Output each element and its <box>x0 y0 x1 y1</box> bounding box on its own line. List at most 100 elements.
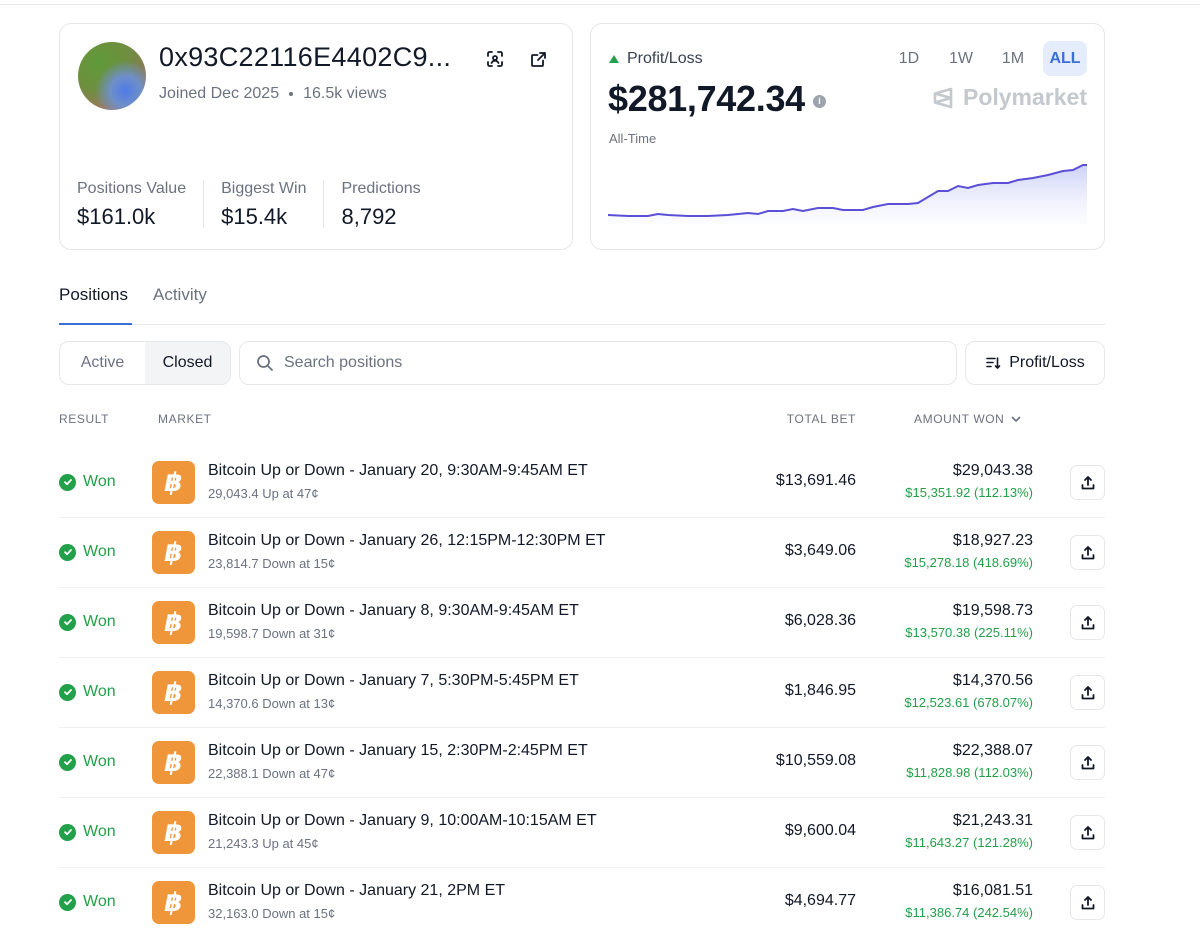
profile-stats: Positions Value $161.0k Biggest Win $15.… <box>77 180 455 229</box>
table-row[interactable]: Won ฿ Bitcoin Up or Down - January 7, 5:30… <box>59 658 1105 728</box>
share-button[interactable] <box>1070 605 1105 640</box>
check-circle-icon <box>59 473 76 491</box>
share-button[interactable] <box>1070 885 1105 920</box>
check-circle-icon <box>59 823 76 841</box>
top-divider <box>0 4 1200 5</box>
market-title[interactable]: Bitcoin Up or Down - January 21, 2PM ET <box>208 882 505 900</box>
pnl-card: Profit/Loss $281,742.34 i All-Time 1D 1W… <box>590 23 1105 250</box>
profit-delta: $15,351.92 (112.13%) <box>905 485 1033 500</box>
check-circle-icon <box>59 753 76 771</box>
check-circle-icon <box>59 543 76 561</box>
status-toggle: Active Closed <box>59 341 231 385</box>
market-title[interactable]: Bitcoin Up or Down - January 26, 12:15PM… <box>208 532 606 550</box>
share-icon <box>1081 615 1094 629</box>
profit-delta: $12,523.61 (678.07%) <box>904 695 1033 710</box>
check-circle-icon <box>59 893 76 911</box>
range-selector: 1D 1W 1M ALL <box>887 41 1087 76</box>
total-bet: $6,028.36 <box>784 612 856 629</box>
market-position: 23,814.7 Down at 15¢ <box>208 556 336 571</box>
result-label: Won <box>83 613 116 630</box>
share-icon <box>1081 475 1094 489</box>
profit-delta: $11,643.27 (121.28%) <box>905 835 1033 850</box>
result-label: Won <box>83 893 116 910</box>
bitcoin-icon: ฿ <box>152 671 195 714</box>
amount-won: $18,927.23 <box>952 532 1033 549</box>
market-position: 21,243.3 Up at 45¢ <box>208 836 319 851</box>
search-icon <box>257 355 273 371</box>
scan-icon[interactable] <box>484 48 506 70</box>
amount-won: $16,081.51 <box>952 882 1033 899</box>
stat-predictions: Predictions 8,792 <box>341 180 437 229</box>
result-status: Won <box>59 613 116 631</box>
up-triangle-icon <box>609 55 619 63</box>
stat-label: Positions Value <box>77 180 187 197</box>
separator-dot <box>289 92 294 96</box>
result-label: Won <box>83 473 116 490</box>
tab-activity[interactable]: Activity <box>153 285 207 325</box>
range-1w[interactable]: 1W <box>939 41 983 76</box>
header-total-bet[interactable]: TOTAL BET <box>786 412 856 426</box>
sort-button[interactable]: Profit/Loss <box>965 341 1105 385</box>
range-1m[interactable]: 1M <box>991 41 1035 76</box>
market-title[interactable]: Bitcoin Up or Down - January 15, 2:30PM-… <box>208 742 588 760</box>
joined-date: Joined Dec 2025 <box>159 85 280 102</box>
amount-won: $22,388.07 <box>952 742 1033 759</box>
share-icon <box>1081 895 1094 909</box>
filter-active-button[interactable]: Active <box>60 342 145 384</box>
bitcoin-icon: ฿ <box>152 601 195 644</box>
table-row[interactable]: Won ฿ Bitcoin Up or Down - January 20, 9:3… <box>59 448 1105 518</box>
header-result: RESULT <box>59 412 110 426</box>
search-box[interactable] <box>239 341 957 385</box>
share-button[interactable] <box>1070 675 1105 710</box>
amount-won: $21,243.31 <box>952 812 1033 829</box>
stat-biggest-win: Biggest Win $15.4k <box>221 180 325 229</box>
share-button[interactable] <box>1070 815 1105 850</box>
stat-positions-value: Positions Value $161.0k <box>77 180 205 229</box>
header-amount-won[interactable]: AMOUNT WON <box>914 412 1022 426</box>
total-bet: $9,600.04 <box>784 822 856 839</box>
result-status: Won <box>59 893 116 911</box>
info-icon[interactable]: i <box>812 94 826 108</box>
result-status: Won <box>59 683 116 701</box>
filter-closed-button[interactable]: Closed <box>145 342 230 384</box>
bitcoin-icon: ฿ <box>152 811 195 854</box>
search-input[interactable] <box>284 354 884 372</box>
total-bet: $4,694.77 <box>784 892 856 909</box>
stat-value: $161.0k <box>77 204 156 229</box>
market-title[interactable]: Bitcoin Up or Down - January 8, 9:30AM-9… <box>208 602 579 620</box>
share-icon <box>1081 825 1094 839</box>
total-bet: $1,846.95 <box>784 682 856 699</box>
market-title[interactable]: Bitcoin Up or Down - January 9, 10:00AM-… <box>208 812 597 830</box>
result-label: Won <box>83 753 116 770</box>
check-circle-icon <box>59 613 76 631</box>
profile-meta: Joined Dec 2025 16.5k views <box>159 85 387 103</box>
table-row[interactable]: Won ฿ Bitcoin Up or Down - January 9, 10:0… <box>59 798 1105 868</box>
share-button[interactable] <box>1070 465 1105 500</box>
result-status: Won <box>59 473 116 491</box>
table-row[interactable]: Won ฿ Bitcoin Up or Down - January 26, 12:… <box>59 518 1105 588</box>
chevron-down-icon <box>1012 416 1021 422</box>
table-row[interactable]: Won ฿ Bitcoin Up or Down - January 8, 9:30… <box>59 588 1105 658</box>
polymarket-logo-icon <box>933 87 953 108</box>
tab-positions[interactable]: Positions <box>59 285 132 325</box>
total-bet: $13,691.46 <box>775 472 856 489</box>
market-position: 32,163.0 Down at 15¢ <box>208 906 336 921</box>
table-row[interactable]: Won ฿ Bitcoin Up or Down - January 21, 2PM… <box>59 868 1105 929</box>
tab-bar: Positions Activity <box>59 285 1105 325</box>
table-row[interactable]: Won ฿ Bitcoin Up or Down - January 15, 2:3… <box>59 728 1105 798</box>
stat-value: 8,792 <box>341 204 397 229</box>
result-label: Won <box>83 823 116 840</box>
market-title[interactable]: Bitcoin Up or Down - January 20, 9:30AM-… <box>208 462 588 480</box>
pnl-label: Profit/Loss <box>627 50 703 67</box>
range-1d[interactable]: 1D <box>887 41 931 76</box>
external-link-icon[interactable] <box>527 48 549 70</box>
pnl-value-row: $281,742.34 i <box>608 78 826 120</box>
market-title[interactable]: Bitcoin Up or Down - January 7, 5:30PM-5… <box>208 672 579 690</box>
polymarket-brand: Polymarket <box>931 84 1087 111</box>
range-all[interactable]: ALL <box>1043 41 1087 76</box>
share-button[interactable] <box>1070 745 1105 780</box>
share-button[interactable] <box>1070 535 1105 570</box>
sort-icon <box>986 357 1001 369</box>
bitcoin-icon: ฿ <box>152 531 195 574</box>
header-market: MARKET <box>158 412 212 426</box>
